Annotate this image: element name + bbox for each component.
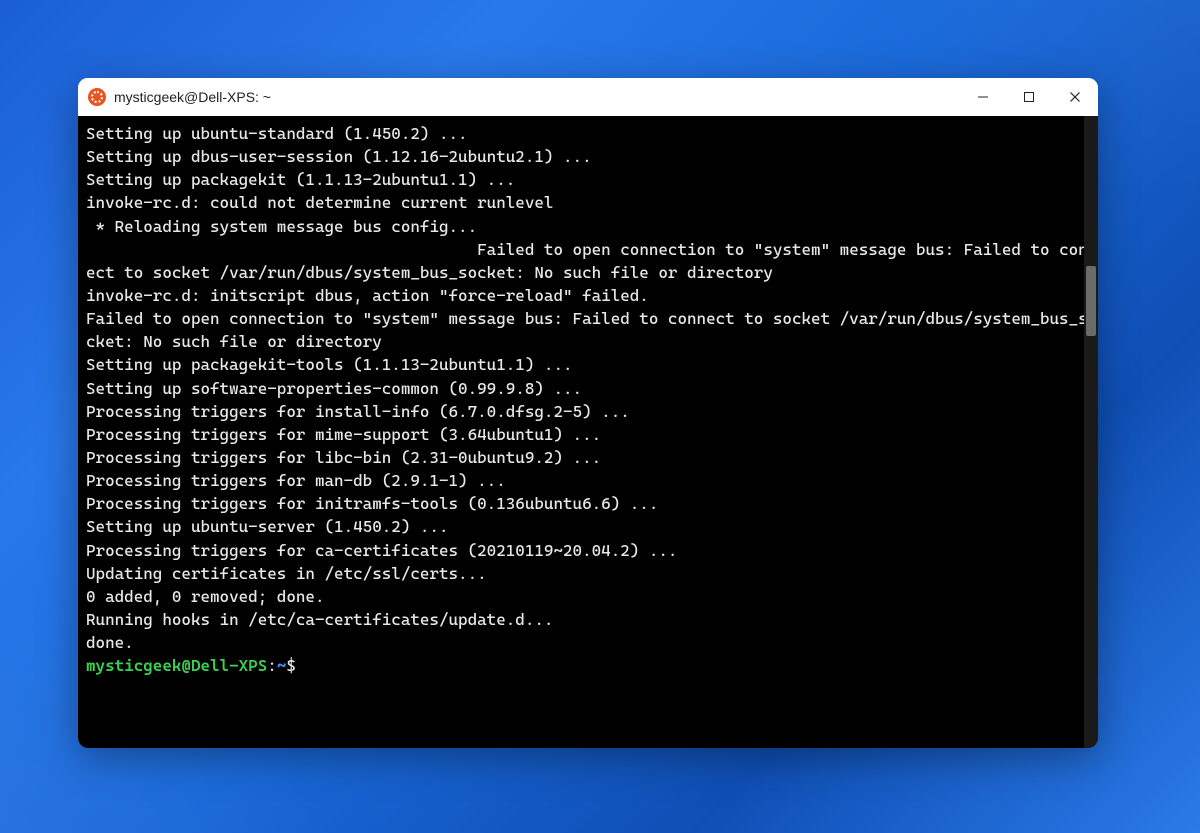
terminal-line: Processing triggers for man-db (2.9.1-1)… — [86, 469, 1098, 492]
terminal-line: Updating certificates in /etc/ssl/certs.… — [86, 562, 1098, 585]
terminal-area[interactable]: Setting up ubuntu-standard (1.450.2) ...… — [78, 116, 1098, 748]
terminal-line: Processing triggers for initramfs-tools … — [86, 492, 1098, 515]
close-icon — [1069, 91, 1081, 103]
terminal-line: * Reloading system message bus config... — [86, 215, 1098, 238]
terminal-line: Processing triggers for ca-certificates … — [86, 539, 1098, 562]
prompt-line: mysticgeek@Dell-XPS:~$ — [86, 654, 1098, 677]
prompt-user-host: mysticgeek@Dell-XPS — [86, 656, 267, 675]
minimize-button[interactable] — [960, 78, 1006, 116]
terminal-line: Setting up packagekit-tools (1.1.13-2ubu… — [86, 353, 1098, 376]
terminal-line: 0 added, 0 removed; done. — [86, 585, 1098, 608]
scrollbar-thumb[interactable] — [1086, 266, 1096, 336]
terminal-line: Failed to open connection to "system" me… — [86, 238, 1098, 284]
window-controls — [960, 78, 1098, 116]
maximize-button[interactable] — [1006, 78, 1052, 116]
maximize-icon — [1023, 91, 1035, 103]
prompt-dollar: $ — [286, 656, 296, 675]
prompt-path: ~ — [277, 656, 287, 675]
terminal-line: invoke-rc.d: initscript dbus, action "fo… — [86, 284, 1098, 307]
terminal-line: Setting up software-properties-common (0… — [86, 377, 1098, 400]
minimize-icon — [977, 91, 989, 103]
close-button[interactable] — [1052, 78, 1098, 116]
terminal-line: Processing triggers for mime-support (3.… — [86, 423, 1098, 446]
terminal-line: Failed to open connection to "system" me… — [86, 307, 1098, 353]
terminal-output: Setting up ubuntu-standard (1.450.2) ...… — [86, 122, 1098, 654]
scrollbar-track[interactable] — [1084, 116, 1098, 748]
terminal-line: Setting up ubuntu-server (1.450.2) ... — [86, 515, 1098, 538]
terminal-line: Processing triggers for install-info (6.… — [86, 400, 1098, 423]
titlebar[interactable]: mysticgeek@Dell-XPS: ~ — [78, 78, 1098, 116]
terminal-line: Setting up ubuntu-standard (1.450.2) ... — [86, 122, 1098, 145]
terminal-line: done. — [86, 631, 1098, 654]
prompt-colon: : — [267, 656, 277, 675]
terminal-line: Running hooks in /etc/ca-certificates/up… — [86, 608, 1098, 631]
terminal-line: Processing triggers for libc-bin (2.31-0… — [86, 446, 1098, 469]
terminal-line: Setting up packagekit (1.1.13-2ubuntu1.1… — [86, 168, 1098, 191]
terminal-line: invoke-rc.d: could not determine current… — [86, 191, 1098, 214]
window-title: mysticgeek@Dell-XPS: ~ — [114, 89, 271, 105]
terminal-window: mysticgeek@Dell-XPS: ~ Setting up ubuntu… — [78, 78, 1098, 748]
ubuntu-icon — [88, 88, 106, 106]
terminal-line: Setting up dbus-user-session (1.12.16-2u… — [86, 145, 1098, 168]
